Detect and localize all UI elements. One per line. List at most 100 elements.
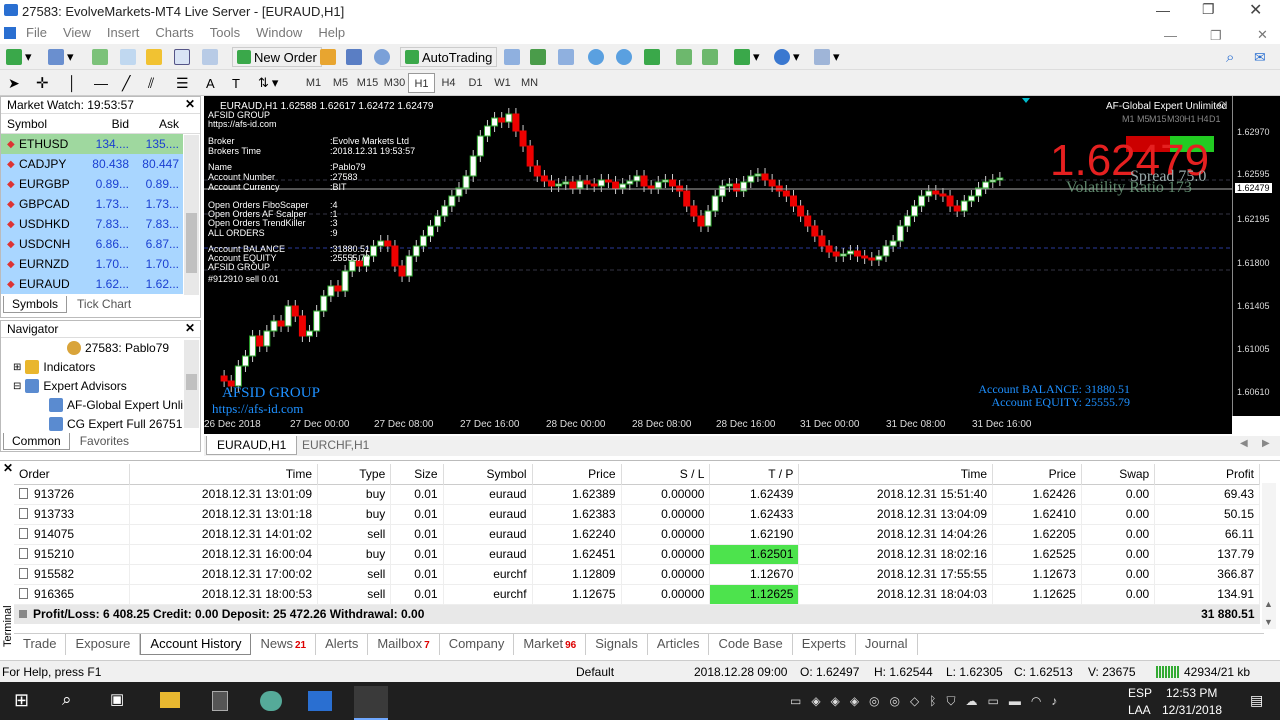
volume-icon[interactable]: ♪: [1051, 694, 1057, 709]
navigator-scrollbar[interactable]: [184, 340, 199, 428]
menu-view[interactable]: View: [55, 22, 99, 43]
templates-button[interactable]: ▾: [814, 47, 840, 67]
timeframe-h1[interactable]: H1: [408, 73, 435, 93]
market-watch-row[interactable]: ◆ USDCNH 6.86... 6.87...: [1, 234, 183, 254]
app-icon-2[interactable]: [354, 686, 388, 720]
column-header[interactable]: Price: [992, 464, 1082, 484]
autotrading-button[interactable]: AutoTrading: [400, 47, 498, 67]
price-chart[interactable]: M1 M5 M15 M30 H1 H4 D1 EURAUD,H1 1.62588 1.626…: [204, 96, 1232, 416]
terminal-tab-company[interactable]: Company: [440, 634, 515, 655]
nav-account[interactable]: 27583: Pablo79: [67, 341, 169, 355]
terminal-tab-mailbox[interactable]: Mailbox 7: [368, 634, 440, 655]
table-row[interactable]: 916365 2018.12.31 18:00:53 sell 0.01 eurchf 1…: [14, 584, 1260, 604]
menu-tools[interactable]: Tools: [202, 22, 248, 43]
tabs-scroll-right[interactable]: ▶: [1262, 438, 1270, 449]
chart-tab-euraud[interactable]: EURAUD,H1: [206, 436, 298, 455]
close-navigator-button[interactable]: ✕: [185, 321, 195, 335]
zoom-in-button[interactable]: [588, 47, 604, 67]
metaeditor-button[interactable]: [320, 47, 336, 67]
timeframe-m30[interactable]: M30: [381, 73, 408, 93]
cursor-button[interactable]: ➤: [8, 73, 20, 93]
tab-common[interactable]: Common: [3, 433, 70, 450]
terminal-scrollbar[interactable]: ▲ ▼: [1262, 483, 1276, 629]
tray-icon[interactable]: ▭: [790, 694, 801, 709]
terminal-tab-code-base[interactable]: Code Base: [709, 634, 793, 655]
channel-button[interactable]: ⫽: [148, 73, 154, 93]
column-header[interactable]: Size: [390, 464, 444, 484]
column-header[interactable]: Swap: [1081, 464, 1156, 484]
column-header[interactable]: Profit: [1154, 464, 1260, 484]
table-row[interactable]: 913726 2018.12.31 13:01:09 buy 0.01 euraud 1.…: [14, 484, 1260, 504]
navigator-button[interactable]: [146, 47, 162, 67]
periods-button[interactable]: ▾: [774, 47, 800, 67]
market-watch-button[interactable]: [92, 47, 108, 67]
menu-window[interactable]: Window: [248, 22, 310, 43]
clock-time[interactable]: 12:53 PM: [1166, 686, 1217, 700]
nav-ea-cg-expert[interactable]: CG Expert Full 26751: [49, 417, 182, 431]
terminal-tab-market[interactable]: Market 96: [514, 634, 587, 655]
terminal-tab-experts[interactable]: Experts: [793, 634, 856, 655]
nav-indicators[interactable]: ⊞ Indicators: [13, 360, 95, 374]
text-button[interactable]: A: [206, 73, 215, 93]
column-header[interactable]: Time: [798, 464, 994, 484]
battery-icon[interactable]: ▬: [1009, 694, 1021, 709]
arrows-button[interactable]: ⇅ ▾: [258, 73, 278, 93]
display-icon[interactable]: ▭: [987, 694, 998, 709]
terminal-tab-exposure[interactable]: Exposure: [66, 634, 141, 655]
menu-insert[interactable]: Insert: [99, 22, 148, 43]
crosshair-button[interactable]: ✛: [36, 73, 49, 93]
tab-tick-chart[interactable]: Tick Chart: [69, 296, 139, 313]
column-header[interactable]: Time: [129, 464, 319, 484]
tray-icon[interactable]: ◎: [869, 694, 879, 709]
maximize-button[interactable]: ❐: [1202, 1, 1215, 18]
column-header[interactable]: Symbol: [443, 464, 533, 484]
vertical-line-button[interactable]: │: [68, 73, 77, 93]
close-market-watch-button[interactable]: ✕: [185, 97, 195, 111]
minimize-button[interactable]: —: [1156, 2, 1170, 18]
horizontal-line-button[interactable]: —: [94, 73, 108, 93]
market-watch-row[interactable]: ◆ EURAUD 1.62... 1.62...: [1, 274, 183, 294]
market-watch-row[interactable]: ◆ CADJPY 80.438 80.447: [1, 154, 183, 174]
start-button[interactable]: ⊞: [14, 690, 29, 711]
timeframe-w1[interactable]: W1: [489, 73, 516, 93]
shield-icon[interactable]: ⛉: [946, 694, 955, 709]
terminal-tab-signals[interactable]: Signals: [586, 634, 648, 655]
language-code[interactable]: ESP: [1128, 686, 1152, 700]
table-row[interactable]: 915210 2018.12.31 16:00:04 buy 0.01 euraud 1.…: [14, 544, 1260, 564]
search-button[interactable]: ⌕: [1226, 47, 1234, 67]
tabs-scroll-left[interactable]: ◀: [1240, 438, 1248, 449]
terminal-tab-account-history[interactable]: Account History: [140, 634, 252, 655]
market-watch-row[interactable]: ◆ USDHKD 7.83... 7.83...: [1, 214, 183, 234]
market-watch-row[interactable]: ◆ GBPCAD 1.73... 1.73...: [1, 194, 183, 214]
terminal-button[interactable]: [174, 47, 190, 67]
notifications-icon[interactable]: ▤: [1250, 692, 1263, 709]
mdi-minimize-button[interactable]: —: [1156, 25, 1185, 46]
col-bid[interactable]: Bid: [81, 117, 129, 131]
tab-symbols[interactable]: Symbols: [3, 296, 68, 313]
language-layout[interactable]: LAA: [1128, 703, 1151, 717]
data-window-button[interactable]: [120, 47, 136, 67]
market-watch-scrollbar[interactable]: [184, 135, 199, 295]
column-header[interactable]: Order: [14, 464, 130, 484]
tray-icon[interactable]: ◎: [890, 694, 900, 709]
chat-button[interactable]: ✉: [1254, 47, 1266, 67]
timeframe-d1[interactable]: D1: [462, 73, 489, 93]
menu-charts[interactable]: Charts: [147, 22, 201, 43]
timeframe-mn[interactable]: MN: [516, 73, 543, 93]
file-explorer-icon[interactable]: [160, 692, 180, 708]
terminal-tab-articles[interactable]: Articles: [648, 634, 710, 655]
table-row[interactable]: 914075 2018.12.31 14:01:02 sell 0.01 euraud 1…: [14, 524, 1260, 544]
signals-button[interactable]: [374, 47, 390, 67]
candlestick-button[interactable]: [530, 47, 546, 67]
cloud-icon[interactable]: ☁: [965, 694, 977, 709]
close-button[interactable]: ✕: [1249, 0, 1262, 20]
terminal-tab-alerts[interactable]: Alerts: [316, 634, 369, 655]
column-header[interactable]: Type: [317, 464, 392, 484]
task-view-icon[interactable]: ▣: [110, 690, 124, 708]
column-header[interactable]: T / P: [709, 464, 800, 484]
wifi-icon[interactable]: ◠: [1031, 694, 1041, 709]
bluetooth-icon[interactable]: ᛒ: [929, 694, 936, 709]
mdi-close-button[interactable]: ✕: [1249, 24, 1276, 46]
tab-favorites[interactable]: Favorites: [72, 433, 137, 450]
terminal-tab-news[interactable]: News 21: [251, 634, 317, 655]
